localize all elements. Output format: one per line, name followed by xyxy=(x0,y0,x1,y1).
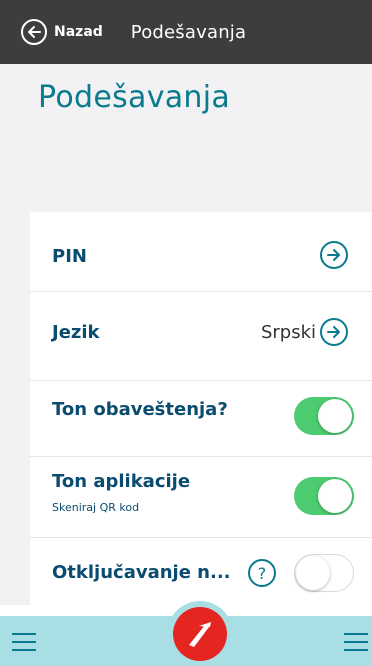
toggle-knob xyxy=(318,399,352,433)
topbar-title: Podešavanja xyxy=(130,21,247,43)
hamburger-menu-icon[interactable] xyxy=(344,632,368,652)
back-button[interactable]: Nazad xyxy=(21,12,103,52)
arrow-left-circle-icon xyxy=(21,19,47,45)
row-sublabel-ton-aplikacije: Skeniraj QR kod xyxy=(52,501,140,514)
back-label: Nazad xyxy=(54,24,103,40)
page-title: Podešavanja xyxy=(38,80,231,115)
otkljucavanje-toggle[interactable] xyxy=(294,554,354,592)
row-label-otkljucavanje: Otključavanje n... xyxy=(52,562,231,583)
list-gutter xyxy=(0,212,30,605)
settings-row-ton-aplikacije: Ton aplikacije Skeniraj QR kod xyxy=(30,457,372,538)
page-header: Podešavanja xyxy=(0,64,372,212)
row-label-pin: PIN xyxy=(52,246,87,267)
home-logo-button[interactable] xyxy=(167,601,233,666)
settings-row-pin[interactable]: PIN xyxy=(30,212,372,292)
hamburger-menu-icon[interactable] xyxy=(12,632,36,652)
row-label-jezik: Jezik xyxy=(52,322,100,343)
bank-logo-icon xyxy=(173,607,227,661)
toggle-knob xyxy=(296,556,330,590)
row-label-ton-obavestenja: Ton obaveštenja? xyxy=(52,399,228,420)
ton-obavestenja-toggle[interactable] xyxy=(294,397,354,435)
arrow-right-circle-icon[interactable] xyxy=(320,318,348,346)
toggle-knob xyxy=(318,479,352,513)
settings-row-ton-obavestenja: Ton obaveštenja? xyxy=(30,381,372,457)
top-bar: Nazad Podešavanja xyxy=(0,0,372,64)
row-value-jezik: Srpski xyxy=(260,322,316,343)
settings-row-otkljucavanje: Otključavanje n... ? xyxy=(30,538,372,605)
question-circle-icon[interactable]: ? xyxy=(248,559,276,587)
row-label-ton-aplikacije: Ton aplikacije xyxy=(52,471,191,492)
settings-row-jezik[interactable]: Jezik Srpski xyxy=(30,292,372,381)
arrow-right-circle-icon[interactable] xyxy=(320,241,348,269)
ton-aplikacije-toggle[interactable] xyxy=(294,477,354,515)
